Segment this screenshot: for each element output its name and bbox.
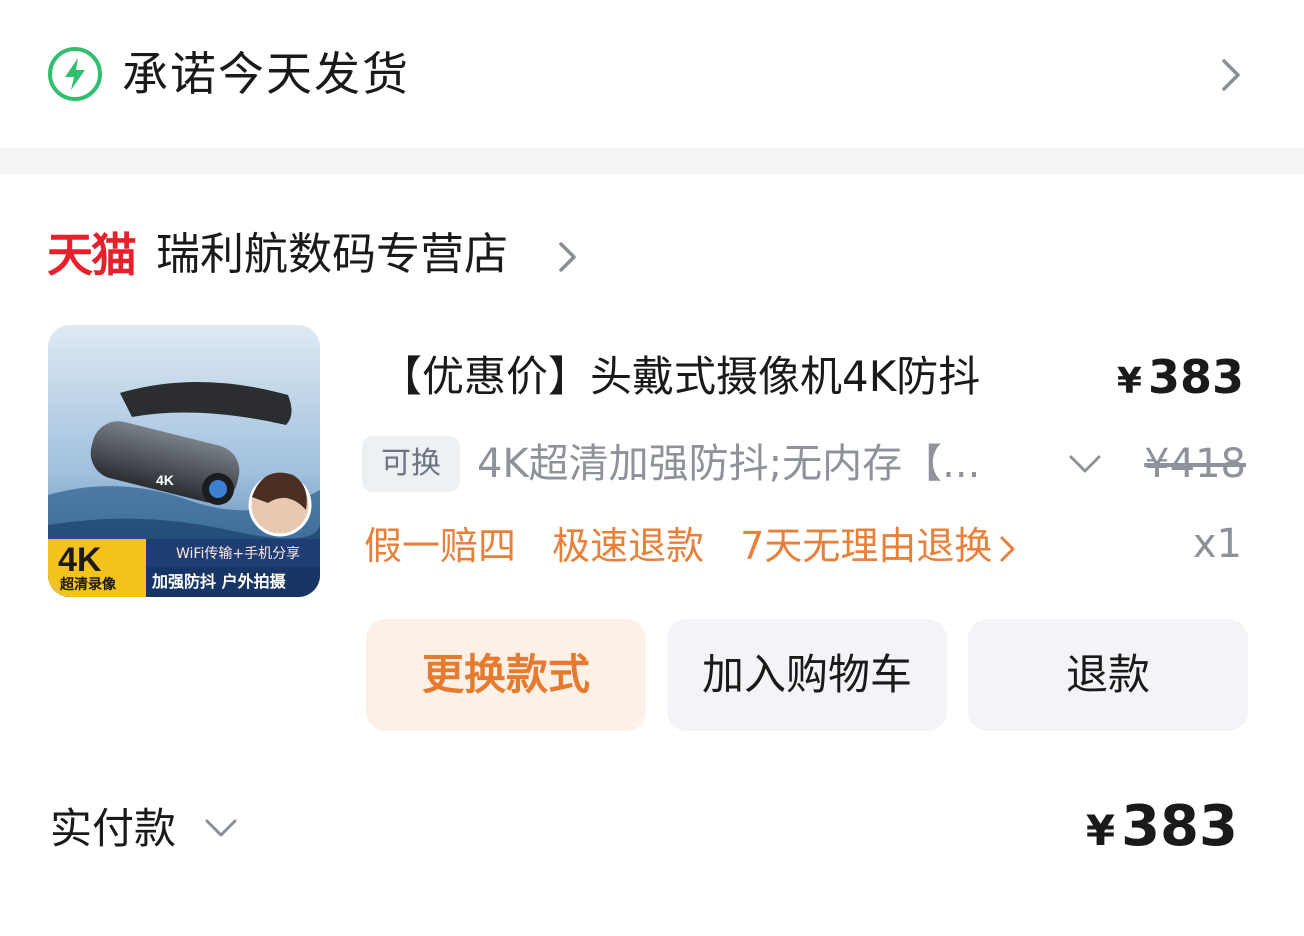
original-price: ¥418 [1144, 441, 1246, 487]
chevron-right-icon [1000, 536, 1015, 561]
order-detail-page: 承诺今天发货 天猫 瑞利航数码专营店 4K 4K 超清录像 WiFi传输+手机分… [0, 0, 1304, 936]
tag-features: 加强防抖 户外拍摄 [151, 572, 287, 591]
payment-amount: ¥383 [1086, 792, 1238, 866]
price-symbol: ¥ [1116, 361, 1142, 402]
variant-selector[interactable]: 4K超清加强防抖;无内存【... [477, 434, 980, 494]
shipping-promise-row[interactable]: 承诺今天发货 [0, 0, 1304, 148]
guarantee-item: 极速退款 [552, 524, 705, 568]
tmall-logo: 天猫 [47, 228, 137, 282]
shipping-promise-text: 承诺今天发货 [122, 47, 410, 101]
payment-value: 383 [1121, 794, 1238, 859]
product-image: 4K 4K 超清录像 WiFi传输+手机分享 加强防抖 户外拍摄 [48, 325, 320, 597]
payment-symbol: ¥ [1085, 806, 1116, 855]
chevron-down-icon[interactable] [204, 816, 238, 842]
guarantee-item: 7天无理由退换 [740, 524, 993, 568]
chevron-right-icon [1222, 59, 1240, 91]
price-value: 383 [1147, 350, 1244, 404]
device-label: 4K [156, 472, 174, 488]
lightning-bolt-icon [48, 47, 102, 101]
badge-4k: 4K [58, 541, 102, 579]
product-thumbnail[interactable]: 4K 4K 超清录像 WiFi传输+手机分享 加强防抖 户外拍摄 [48, 325, 320, 597]
payment-label[interactable]: 实付款 [50, 798, 176, 860]
add-to-cart-button[interactable]: 加入购物车 [667, 619, 947, 731]
swap-badge: 可换 [362, 436, 460, 492]
product-price: ¥383 [1117, 346, 1244, 413]
quantity: x1 [1192, 521, 1242, 567]
refund-button[interactable]: 退款 [968, 619, 1248, 731]
store-name: 瑞利航数码专营店 [156, 229, 508, 280]
store-row[interactable]: 天猫 瑞利航数码专营店 [0, 222, 700, 290]
guarantee-list[interactable]: 假一赔四 极速退款 7天无理由退换 [364, 516, 1018, 576]
chevron-down-icon[interactable] [1068, 452, 1102, 478]
section-divider [0, 148, 1304, 174]
product-title[interactable]: 【优惠价】头戴式摄像机4K防抖 [380, 346, 980, 408]
tag-wifi: WiFi传输+手机分享 [176, 545, 300, 562]
badge-4k-sub: 超清录像 [59, 576, 117, 593]
change-style-button[interactable]: 更换款式 [366, 619, 646, 731]
guarantee-item: 假一赔四 [364, 524, 517, 568]
chevron-right-icon [559, 242, 576, 272]
